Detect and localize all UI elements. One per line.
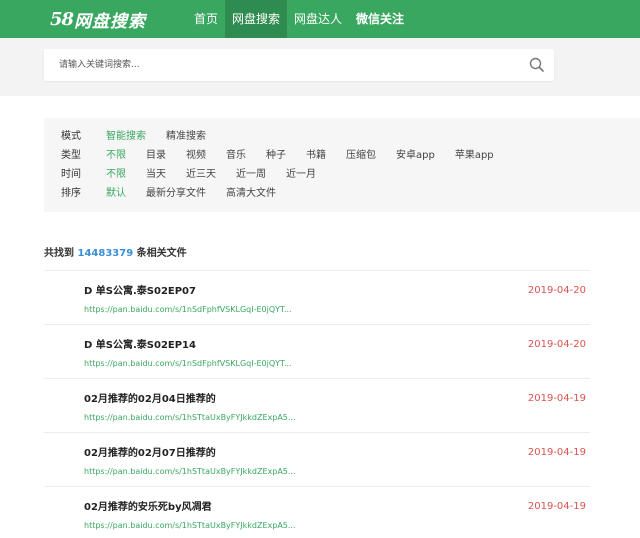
result-item: D 单S公寓.泰S02EP07 https://pan.baidu.com/s/…	[44, 270, 590, 324]
filter-type-torrent[interactable]: 种子	[266, 146, 286, 161]
result-date: 2019-04-19	[527, 501, 586, 512]
result-link[interactable]: https://pan.baidu.com/s/1nSdFphfVSKLGqI-…	[84, 305, 292, 314]
filter-label-type: 类型	[61, 149, 81, 161]
filter-row-sort: 排序 默认 最新分享文件 高清大文件	[61, 184, 296, 199]
filter-time-month[interactable]: 近一月	[286, 165, 316, 180]
filter-panel: 模式 智能搜索 精准搜索 类型 不限 目录 视频 音乐 种子 书籍 压缩包 安卓…	[44, 118, 640, 212]
filter-sort-hd-large[interactable]: 高清大文件	[226, 184, 276, 199]
result-date: 2019-04-20	[527, 285, 586, 296]
result-count: 共找到 14483379 条相关文件	[44, 244, 187, 259]
result-count-suffix: 条相关文件	[136, 248, 187, 259]
filter-sort-default[interactable]: 默认	[106, 184, 126, 199]
result-title[interactable]: D 单S公寓.泰S02EP07	[84, 282, 196, 297]
filter-type-android-app[interactable]: 安卓app	[396, 146, 435, 161]
site-logo[interactable]: 58 网盘搜索	[50, 7, 147, 32]
result-link[interactable]: https://pan.baidu.com/s/1nSdFphfVSKLGqI-…	[84, 359, 292, 368]
result-title[interactable]: 02月推荐的02月07日推荐的	[84, 444, 216, 459]
filter-type-book[interactable]: 书籍	[306, 146, 326, 161]
filter-label-time: 时间	[61, 168, 81, 180]
filter-type-music[interactable]: 音乐	[226, 146, 246, 161]
result-date: 2019-04-19	[527, 447, 586, 458]
result-item: 02月推荐的安乐死by风凋君 https://pan.baidu.com/s/1…	[44, 486, 590, 538]
result-link[interactable]: https://pan.baidu.com/s/1hSTtaUxByFYJkkd…	[84, 467, 296, 476]
nav-pan-experts[interactable]: 网盘达人	[287, 0, 349, 38]
filter-sort-newest[interactable]: 最新分享文件	[146, 184, 206, 199]
filter-type-video[interactable]: 视频	[186, 146, 206, 161]
filter-row-time: 时间 不限 当天 近三天 近一周 近一月	[61, 165, 336, 180]
search-band	[0, 38, 640, 96]
result-title[interactable]: D 单S公寓.泰S02EP14	[84, 336, 196, 351]
filter-mode-smart[interactable]: 智能搜索	[106, 127, 146, 142]
result-item: 02月推荐的02月07日推荐的 https://pan.baidu.com/s/…	[44, 432, 590, 486]
result-link[interactable]: https://pan.baidu.com/s/1hSTtaUxByFYJkkd…	[84, 521, 296, 530]
filter-type-ios-app[interactable]: 苹果app	[455, 146, 494, 161]
result-title[interactable]: 02月推荐的安乐死by风凋君	[84, 498, 212, 513]
logo-number: 58	[50, 8, 74, 30]
search-input[interactable]	[44, 49, 514, 81]
logo-text: 网盘搜索	[74, 11, 147, 32]
result-count-number: 14483379	[77, 248, 134, 259]
filter-type-folder[interactable]: 目录	[146, 146, 166, 161]
filter-label-sort: 排序	[61, 187, 81, 199]
top-header: 58 网盘搜索 首页 网盘搜索 网盘达人 微信关注	[0, 0, 640, 38]
filter-mode-exact[interactable]: 精准搜索	[166, 127, 206, 142]
result-link[interactable]: https://pan.baidu.com/s/1hSTtaUxByFYJkkd…	[84, 413, 296, 422]
filter-row-mode: 模式 智能搜索 精准搜索	[61, 127, 226, 142]
search-box	[44, 49, 554, 81]
result-item: 02月推荐的02月04日推荐的 https://pan.baidu.com/s/…	[44, 378, 590, 432]
result-item: D 单S公寓.泰S02EP14 https://pan.baidu.com/s/…	[44, 324, 590, 378]
search-icon[interactable]	[528, 56, 546, 74]
filter-time-3days[interactable]: 近三天	[186, 165, 216, 180]
nav-home[interactable]: 首页	[187, 0, 225, 38]
filter-time-week[interactable]: 近一周	[236, 165, 266, 180]
filter-time-any[interactable]: 不限	[106, 165, 126, 180]
results-list: D 单S公寓.泰S02EP07 https://pan.baidu.com/s/…	[44, 270, 590, 538]
nav-pan-search[interactable]: 网盘搜索	[225, 0, 288, 38]
filter-time-today[interactable]: 当天	[146, 165, 166, 180]
result-date: 2019-04-19	[527, 393, 586, 404]
filter-row-type: 类型 不限 目录 视频 音乐 种子 书籍 压缩包 安卓app 苹果app	[61, 146, 514, 161]
filter-type-any[interactable]: 不限	[106, 146, 126, 161]
filter-label-mode: 模式	[61, 130, 81, 142]
result-count-prefix: 共找到	[44, 248, 74, 259]
result-date: 2019-04-20	[527, 339, 586, 350]
result-title[interactable]: 02月推荐的02月04日推荐的	[84, 390, 216, 405]
filter-type-archive[interactable]: 压缩包	[346, 146, 376, 161]
nav-wechat-follow[interactable]: 微信关注	[349, 0, 411, 38]
main-nav: 首页 网盘搜索 网盘达人 微信关注	[187, 0, 411, 38]
